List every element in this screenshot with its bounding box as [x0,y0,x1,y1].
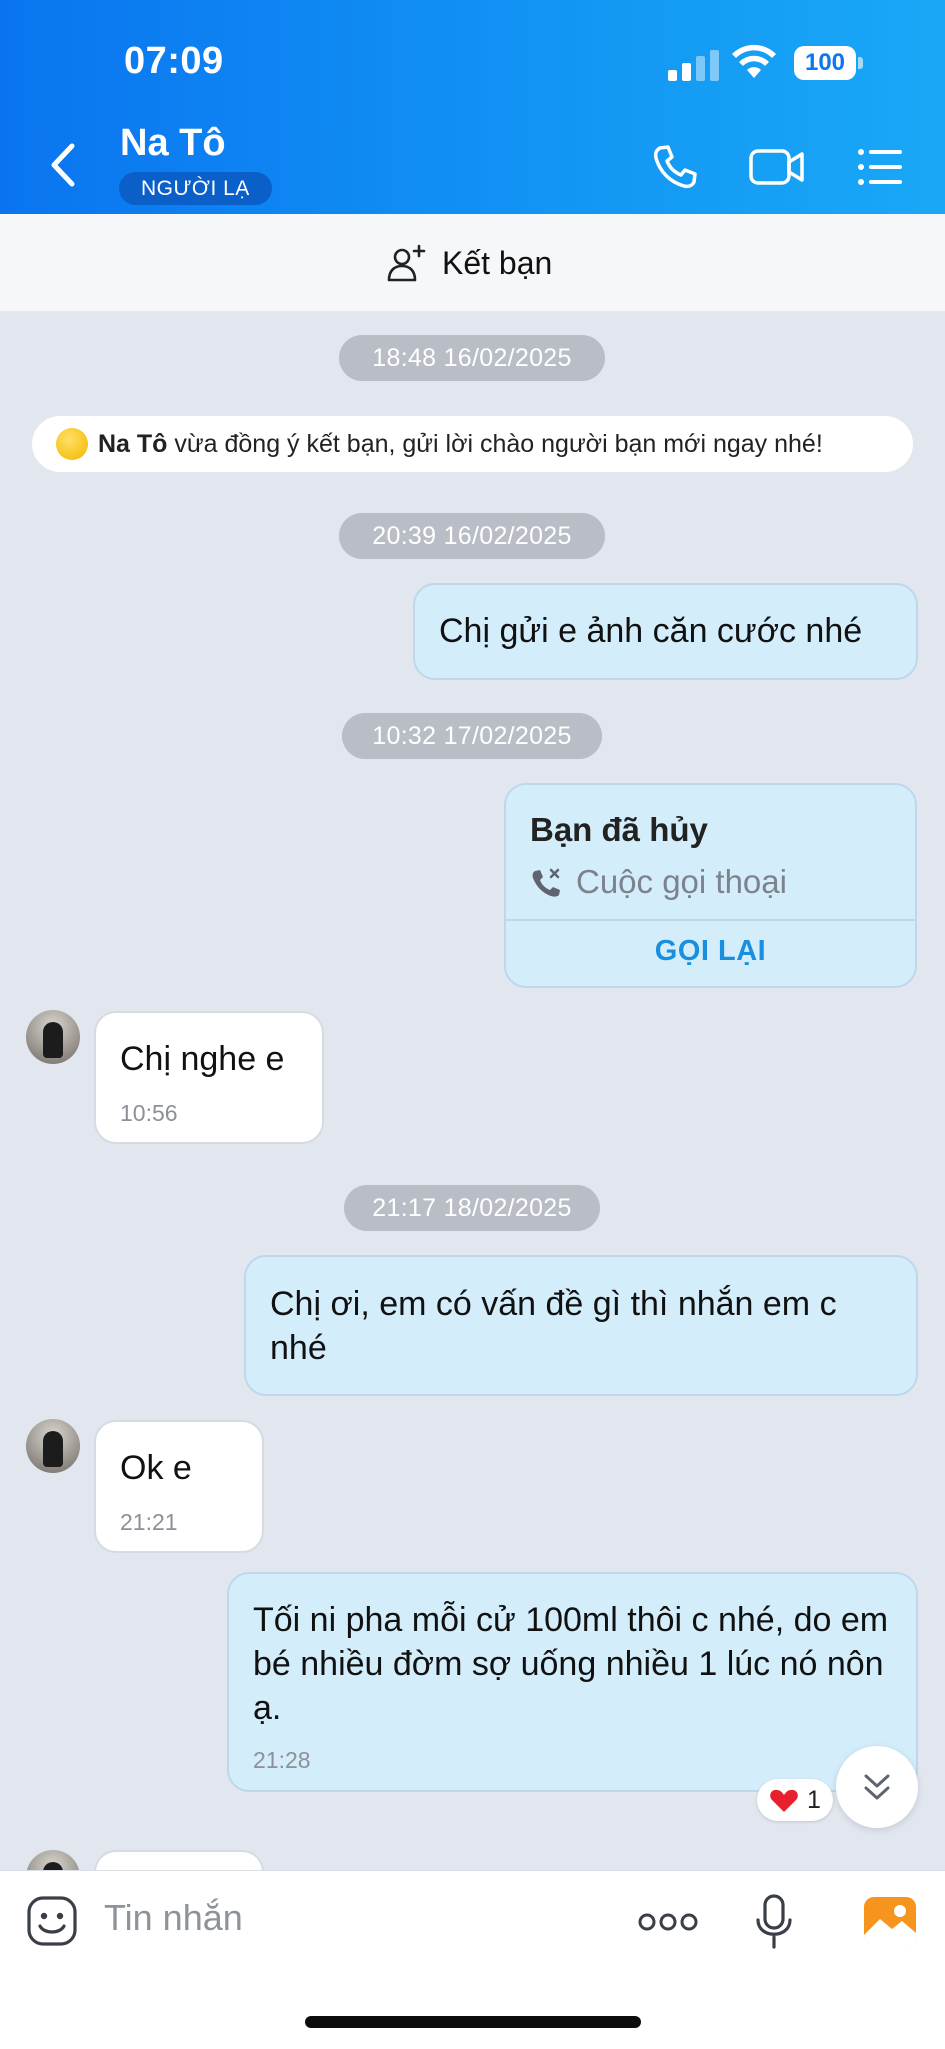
back-icon[interactable] [44,140,84,190]
message-time: 21:28 [253,1747,311,1773]
menu-icon[interactable] [856,142,904,192]
add-friend-label: Kết bạn [442,244,553,281]
system-message-name: Na Tô [98,430,168,458]
reaction-count: 1 [807,1786,821,1814]
smile-emoji-icon [56,428,88,460]
date-separator: 21:17 18/02/2025 [344,1185,600,1231]
call-divider [506,919,915,921]
add-friend-icon [387,244,426,282]
chat-header: 07:09 100 Na Tô NGƯỜI LẠ [0,0,945,214]
contact-name[interactable]: Na Tô [120,122,226,165]
phone-icon[interactable] [650,142,700,192]
missed-call-icon [532,868,560,897]
message-input[interactable]: Tin nhắn [104,1897,243,1939]
sticker-icon[interactable] [26,1895,78,1947]
date-separator: 18:48 16/02/2025 [339,335,605,381]
video-icon[interactable] [748,142,806,192]
date-separator: 10:32 17/02/2025 [342,713,602,759]
reaction-badge[interactable]: 1 [757,1779,833,1821]
call-back-button[interactable]: GỌI LẠI [506,935,915,968]
call-status: Bạn đã hủy [530,811,708,848]
chevron-double-down-icon [864,1774,890,1800]
battery-tip [858,57,863,69]
more-icon[interactable] [638,1911,698,1933]
battery-indicator: 100 [794,46,864,82]
system-message: Na Tô vừa đồng ý kết bạn, gửi lời chào n… [32,416,913,472]
avatar[interactable] [26,1010,80,1064]
avatar [26,1850,80,1872]
heart-icon [770,1789,798,1812]
battery-level: 100 [794,46,856,80]
message-text: Ok e [120,1449,192,1487]
add-friend-button[interactable]: Kết bạn [386,240,552,286]
image-icon[interactable] [862,1895,918,1947]
message-time: 21:21 [120,1509,178,1535]
incoming-message-partial [94,1850,264,1872]
message-time: 10:56 [120,1100,178,1126]
call-card: Bạn đã hủy Cuộc gọi thoại GỌI LẠI [504,783,917,988]
avatar[interactable] [26,1419,80,1473]
message-input-bar: Tin nhắn [0,1870,945,2049]
system-message-text: vừa đồng ý kết bạn, gửi lời chào người b… [167,430,823,458]
call-type: Cuộc gọi thoại [576,863,787,900]
incoming-message[interactable]: Ok e 21:21 [94,1420,264,1553]
outgoing-message[interactable]: Chị ơi, em có vấn đề gì thì nhắn em c nh… [244,1255,918,1396]
microphone-icon[interactable] [754,1893,794,1951]
status-time: 07:09 [124,40,224,82]
cellular-signal-icon [668,50,719,81]
message-text: Chị ơi, em có vấn đề gì thì nhắn em c nh… [270,1285,837,1367]
stranger-badge: NGƯỜI LẠ [119,172,272,205]
outgoing-message[interactable]: Chị gửi e ảnh căn cước nhé [413,583,918,680]
scroll-to-bottom-button[interactable] [836,1746,918,1828]
message-text: Tối ni pha mỗi cử 100ml thôi c nhé, do e… [253,1601,889,1727]
incoming-message[interactable]: Chị nghe e 10:56 [94,1011,324,1144]
home-indicator [305,2016,641,2028]
outgoing-message[interactable]: Tối ni pha mỗi cử 100ml thôi c nhé, do e… [227,1572,918,1792]
date-separator: 20:39 16/02/2025 [339,513,605,559]
message-text: Chị nghe e [120,1040,285,1078]
message-text: Chị gửi e ảnh căn cước nhé [439,612,863,650]
add-friend-bar[interactable]: Kết bạn [0,214,945,311]
wifi-icon [732,44,776,78]
